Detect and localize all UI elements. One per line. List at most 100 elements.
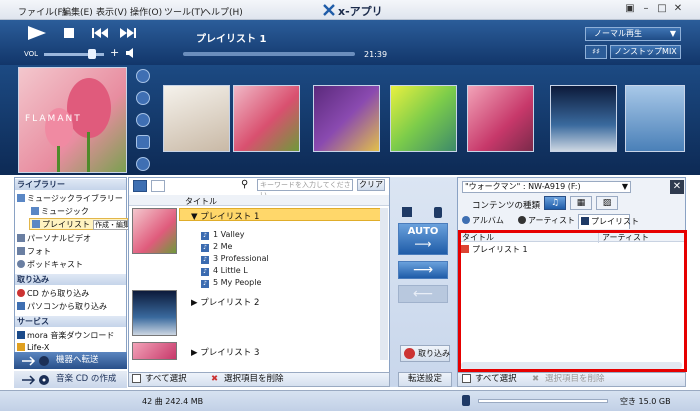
music-note-icon: ♪: [201, 244, 209, 252]
volume-knob[interactable]: [88, 49, 96, 59]
device-select-all-checkbox[interactable]: [462, 374, 471, 383]
sidebar-item-cd-import[interactable]: CD から取り込み: [17, 288, 89, 299]
sidebar-item-playlist[interactable]: プレイリスト 作成・編集: [29, 218, 132, 230]
grid-view-icon[interactable]: [151, 180, 165, 192]
music-note-icon: ♪: [201, 280, 209, 288]
minimize-icon[interactable]: –: [640, 3, 652, 15]
play-mode-select[interactable]: ノーマル再生 ▼: [585, 27, 681, 41]
device-select[interactable]: "ウォークマン" : NW-A919 (F:) ▼: [462, 181, 631, 193]
volume-plus-icon[interactable]: +: [110, 46, 119, 59]
sidebar-item-podcast[interactable]: ポッドキャスト: [17, 259, 83, 270]
device-delete-selected-button[interactable]: 選択項目を削除: [545, 373, 605, 386]
track-time: 21:39: [364, 50, 388, 59]
create-edit-button[interactable]: 作成・編集: [93, 220, 132, 230]
seek-bar[interactable]: [183, 52, 355, 56]
photo-type-button[interactable]: ▨: [596, 196, 618, 210]
album-cover-3[interactable]: [313, 85, 380, 152]
genre-icon[interactable]: [136, 135, 150, 149]
song-row[interactable]: ♪ 5 My People: [201, 278, 261, 288]
play-icon[interactable]: [28, 26, 46, 40]
play-mode-label: ノーマル再生: [594, 29, 642, 38]
sidebar-item-photo[interactable]: フォト: [17, 246, 51, 257]
speaker-icon[interactable]: [126, 48, 138, 58]
playlist-2-label[interactable]: ▶ プレイリスト 2: [191, 296, 259, 308]
close-icon[interactable]: ✕: [672, 3, 684, 15]
menu-file[interactable]: ファイル(F): [18, 5, 66, 18]
delete-icon: ✖: [211, 374, 219, 384]
search-input[interactable]: キーワードを入力してください: [257, 179, 353, 199]
album-cover-5[interactable]: [467, 85, 534, 152]
song-row[interactable]: ♪ 4 Little L: [201, 266, 248, 276]
music-type-button[interactable]: ♫: [544, 196, 566, 210]
next-icon[interactable]: [120, 28, 136, 38]
app-logo-icon: [323, 4, 335, 16]
select-all-label[interactable]: すべて選択: [145, 373, 187, 386]
sidebar-item-mora[interactable]: mora 音楽ダウンロード: [17, 330, 114, 341]
mora-label: mora 音楽ダウンロード: [27, 331, 115, 340]
tab-album[interactable]: アルバム: [462, 215, 512, 228]
transfer-right-button[interactable]: ⟶: [398, 261, 448, 279]
device-select-all-label[interactable]: すべて選択: [475, 373, 517, 386]
restore-icon[interactable]: ▣: [624, 3, 636, 15]
personal-video-label: パーソナルビデオ: [27, 234, 91, 243]
nonstop-mix-button[interactable]: ノンストップMIX: [610, 45, 681, 59]
album-cover-6[interactable]: [550, 85, 617, 152]
photo-icon: [17, 247, 25, 255]
select-all-checkbox[interactable]: [132, 374, 141, 383]
stop-icon[interactable]: [64, 28, 74, 38]
artist-icon: [518, 216, 526, 224]
sidebar-item-pc-import[interactable]: パソコンから取り込み: [17, 301, 107, 312]
album-icon[interactable]: [136, 113, 150, 127]
sidebar-item-personal-video[interactable]: パーソナルビデオ: [17, 233, 91, 244]
create-cd-button[interactable]: 音楽 CD の作成: [14, 371, 127, 388]
title-column-header[interactable]: タイトル: [185, 196, 217, 207]
list-view-icon[interactable]: [133, 180, 147, 192]
album-icon: [462, 216, 470, 224]
import-from-device-button[interactable]: 取り込み: [400, 345, 450, 362]
tab-playlist[interactable]: プレイリスト: [578, 214, 639, 229]
album-cover-1[interactable]: [163, 85, 230, 152]
sidebar-item-life-x[interactable]: Life-X: [17, 343, 49, 352]
playlist-3-label[interactable]: ▶ プレイリスト 3: [191, 346, 259, 358]
song-row[interactable]: ♪ 2 Me: [201, 242, 232, 252]
menu-help[interactable]: ヘルプ(H): [202, 5, 243, 18]
equalizer-button[interactable]: ♯♯: [585, 45, 607, 59]
sidebar-item-music[interactable]: ミュージック: [31, 206, 89, 217]
menu-view[interactable]: 表示(V): [96, 5, 127, 18]
delete-selected-button[interactable]: 選択項目を削除: [224, 373, 284, 386]
scrollbar[interactable]: [380, 208, 388, 360]
album-cover-7[interactable]: [625, 85, 685, 152]
transfer-settings-button[interactable]: 転送設定: [398, 372, 452, 387]
left-arrow-icon: ⟵: [412, 286, 434, 302]
sidebar-item-music-library[interactable]: ミュージックライブラリー: [17, 193, 123, 204]
previous-icon[interactable]: [92, 28, 108, 38]
player-bar: VOL + プレイリスト 1 21:39 ノーマル再生 ▼ ♯♯ ノンストップMI…: [0, 20, 700, 65]
clear-button[interactable]: クリア: [357, 179, 385, 191]
album-cover-2[interactable]: [233, 85, 300, 152]
storage-bar: [478, 399, 608, 403]
artist-icon[interactable]: [136, 91, 150, 105]
transfer-left-button[interactable]: ⟵: [398, 285, 448, 303]
playlist-icon: [581, 217, 589, 225]
menu-tools[interactable]: ツール(T): [164, 5, 204, 18]
menu-operation[interactable]: 操作(O): [130, 5, 162, 18]
tab-artist[interactable]: アーティスト: [518, 215, 578, 228]
song-row[interactable]: ♪ 3 Professional: [201, 254, 269, 264]
maximize-icon[interactable]: □: [656, 3, 668, 15]
album-cover-4[interactable]: [390, 85, 457, 152]
menu-edit[interactable]: 編集(E): [62, 5, 93, 18]
album-cover-strip: FLAMANT: [0, 65, 700, 175]
playlist-label: プレイリスト: [42, 220, 90, 229]
video-type-button[interactable]: ▦: [570, 196, 592, 210]
close-device-panel-button[interactable]: ✕: [670, 180, 684, 194]
song-row[interactable]: ♪ 1 Valley: [201, 230, 245, 240]
library-header: ライブラリー: [15, 179, 126, 190]
search-icon[interactable]: [136, 69, 150, 83]
computer-icon: [17, 302, 25, 310]
auto-transfer-button[interactable]: AUTO ⟶: [398, 223, 448, 255]
menu-bar: ファイル(F) 編集(E) 表示(V) 操作(O) ツール(T) ヘルプ(H) …: [0, 0, 700, 20]
info-icon[interactable]: [136, 157, 150, 171]
send-to-device-button[interactable]: 機器へ転送: [14, 352, 127, 369]
main-album-cover[interactable]: FLAMANT: [18, 67, 127, 173]
status-bar: 42 曲 242.4 MB 空き 15.0 GB: [0, 390, 700, 411]
